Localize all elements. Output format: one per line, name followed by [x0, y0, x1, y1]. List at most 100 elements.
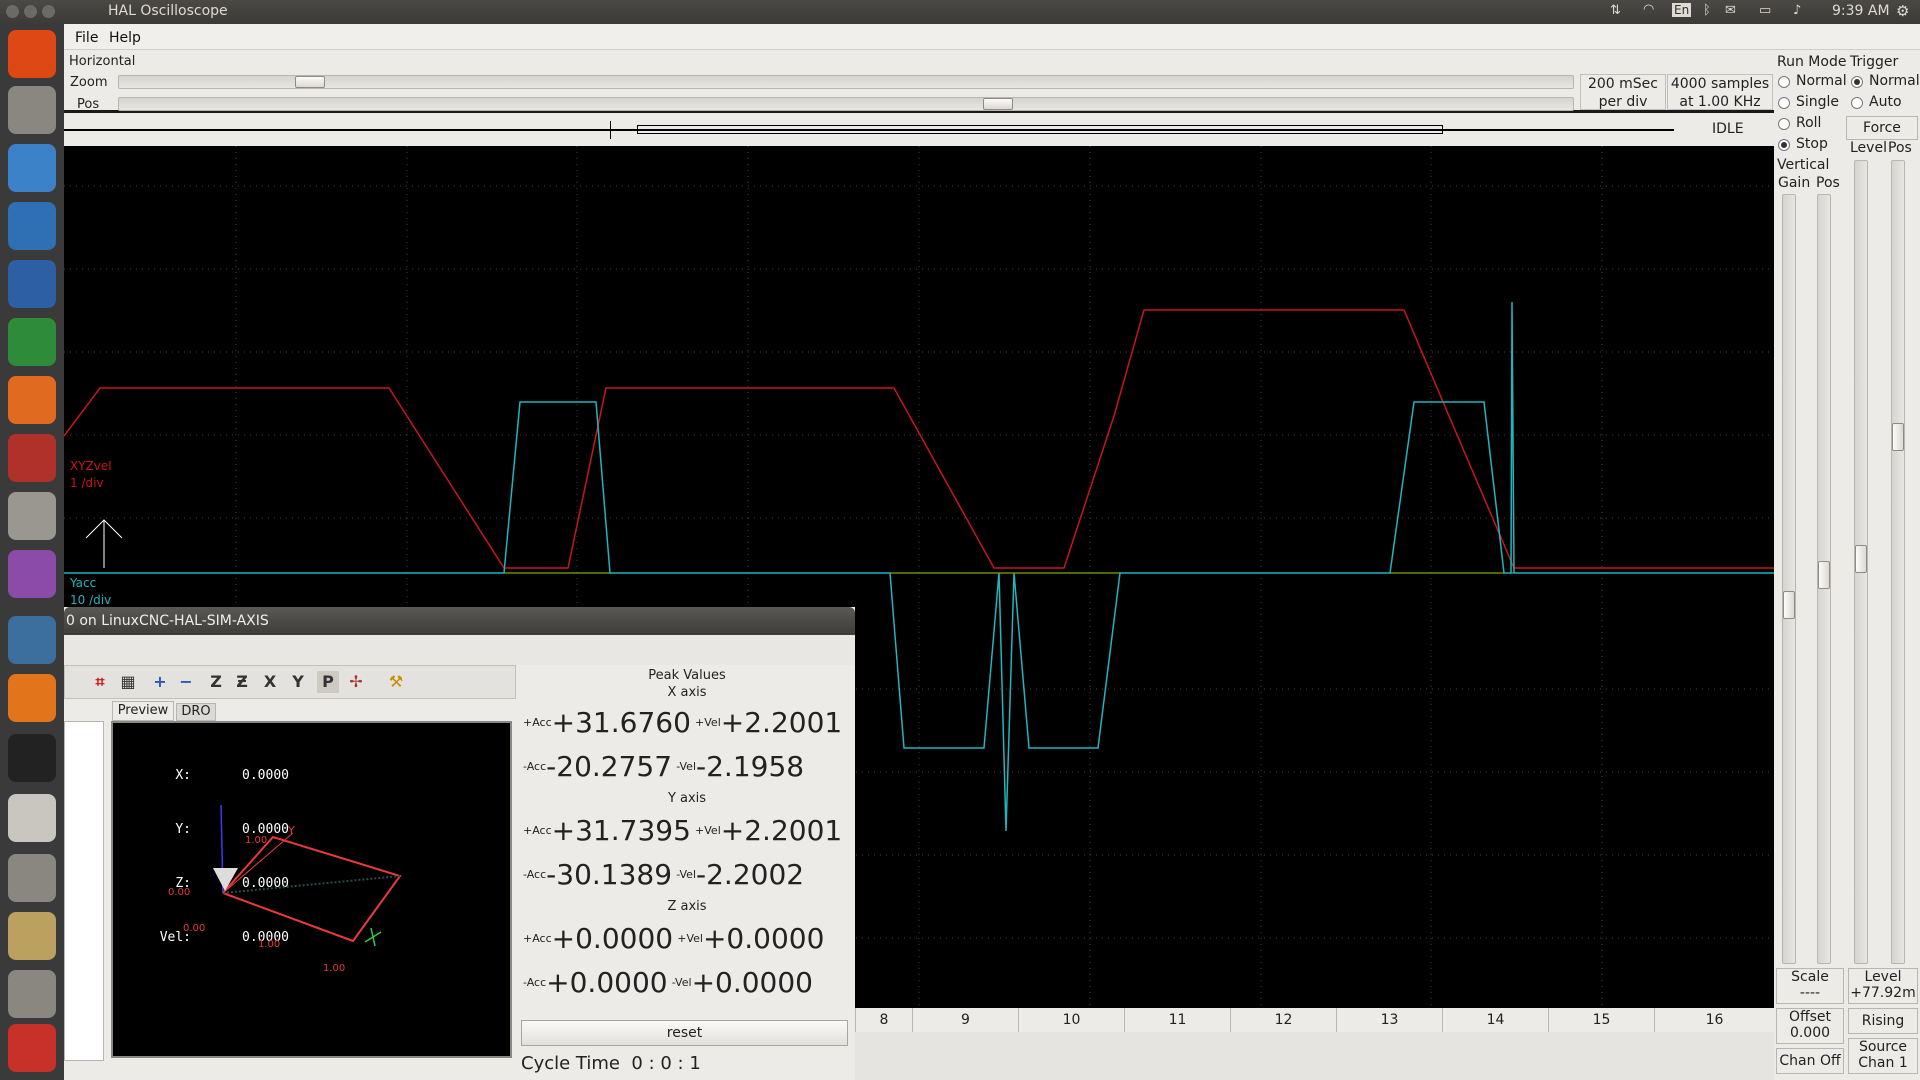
search-tool-icon[interactable]	[8, 492, 56, 540]
trigger-source-button[interactable]: Source Chan 1	[1848, 1038, 1918, 1074]
trigger-level-slider-thumb[interactable]	[1855, 545, 1867, 573]
rotate-view-icon[interactable]: ✢	[345, 671, 367, 693]
view-z2-icon[interactable]: Ƶ	[231, 671, 253, 693]
run-mode-roll-label[interactable]: Roll	[1796, 115, 1821, 131]
scale-display[interactable]: Scale ----	[1776, 968, 1844, 1004]
lbl-pvel: +Vel	[677, 932, 703, 945]
network-icon[interactable]: ⇅	[1610, 3, 1621, 18]
trace-xyzvel	[63, 309, 1774, 569]
bluetooth-icon[interactable]: ᛒ	[1703, 3, 1711, 18]
trigger-pos-slider-thumb[interactable]	[1892, 423, 1904, 451]
keyboard-language-indicator[interactable]: En	[1672, 3, 1692, 17]
channel-1-name: XYZvel	[70, 459, 112, 473]
force-trigger-button[interactable]: Force	[1846, 116, 1918, 140]
run-mode-roll-radio[interactable]	[1778, 118, 1790, 130]
trigger-level-display[interactable]: Level +77.92m	[1848, 968, 1918, 1004]
view-window[interactable]	[637, 125, 1443, 134]
axis-toolbar: ⌗ ▦ + − Z Ƶ X Y P ✢ ⚒	[64, 665, 516, 699]
pos-slider[interactable]	[118, 97, 1574, 111]
menu-help[interactable]: Help	[109, 30, 141, 46]
settings-gear-icon[interactable]: ⚙	[1896, 2, 1909, 20]
vertical-pos-slider-thumb[interactable]	[1818, 561, 1830, 589]
unknown-app-icon-2[interactable]	[8, 970, 56, 1018]
vertical-pos-slider[interactable]	[1817, 194, 1831, 964]
volume-icon[interactable]: ♪	[1793, 3, 1801, 18]
view-p-icon[interactable]: P	[317, 671, 339, 693]
axis-window-titlebar[interactable]: 0 on LinuxCNC-HAL-SIM-AXIS	[64, 607, 855, 635]
tick-label: 13	[1336, 1008, 1442, 1032]
tick-label: 9	[912, 1008, 1018, 1032]
clock[interactable]: 9:39 AM	[1832, 3, 1890, 19]
run-mode-single-label[interactable]: Single	[1796, 94, 1839, 110]
menu-file[interactable]: File	[75, 30, 98, 46]
time-per-div[interactable]: 200 mSec per div	[1580, 74, 1666, 110]
grid-label: 1.00	[245, 835, 267, 846]
x-pos-acc: +31.6760	[551, 706, 691, 739]
window-minimize-button[interactable]	[24, 5, 37, 18]
trigger-level-value: +77.92m	[1850, 985, 1916, 1001]
trigger-edge-button[interactable]: Rising	[1848, 1008, 1918, 1034]
zoom-in-icon[interactable]: +	[149, 671, 171, 693]
run-mode-stop-radio[interactable]	[1778, 139, 1790, 151]
zoom-out-icon[interactable]: −	[175, 671, 197, 693]
tab-dro[interactable]: DRO	[176, 703, 216, 721]
menu-bar: File Help	[64, 24, 1920, 50]
view-y-icon[interactable]: Y	[287, 671, 309, 693]
view-x-icon[interactable]: X	[259, 671, 281, 693]
clear-backplot-icon[interactable]: ⚒	[385, 671, 407, 693]
trigger-normal-radio[interactable]	[1851, 76, 1863, 88]
calc-icon[interactable]	[8, 318, 56, 366]
system-settings-icon[interactable]	[8, 434, 56, 482]
clear-plot-icon[interactable]: ⌗	[89, 671, 111, 693]
gain-slider-thumb[interactable]	[1783, 591, 1795, 619]
zoom-slider[interactable]	[118, 75, 1574, 89]
chan-off-button[interactable]: Chan Off	[1776, 1048, 1844, 1074]
files-icon[interactable]	[8, 86, 56, 134]
image-viewer-icon[interactable]	[8, 912, 56, 960]
trigger-pos-slider[interactable]	[1891, 160, 1905, 964]
gain-slider[interactable]	[1782, 194, 1796, 964]
tab-preview[interactable]: Preview	[112, 701, 174, 721]
mail-icon[interactable]: ✉	[1725, 3, 1736, 18]
view-z-icon[interactable]: Z	[205, 671, 227, 693]
ubuntu-dash-icon[interactable]	[8, 30, 56, 78]
reset-button[interactable]: reset	[521, 1020, 848, 1046]
halscope-icon[interactable]	[8, 616, 56, 664]
record-timeline: IDLE	[64, 113, 1774, 146]
run-mode-normal-label[interactable]: Normal	[1796, 73, 1847, 89]
run-mode-stop-label[interactable]: Stop	[1796, 136, 1828, 152]
thunderbird-icon[interactable]	[8, 202, 56, 250]
unknown-app-icon[interactable]	[8, 854, 56, 902]
trigger-level-slider[interactable]	[1854, 160, 1868, 964]
toggle-view-icon[interactable]: ▦	[117, 671, 139, 693]
preview-canvas[interactable]: X: 0.0000 Y: 0.0000 Z: 0.0000 Vel: 0.0000 Y …	[111, 721, 512, 1058]
pos-slider-thumb[interactable]	[983, 98, 1013, 110]
window-maximize-button[interactable]	[42, 5, 55, 18]
chromium-icon[interactable]	[8, 144, 56, 192]
run-mode-normal-radio[interactable]	[1778, 76, 1790, 88]
axis-window: 0 on LinuxCNC-HAL-SIM-AXIS ⌗ ▦ + − Z Ƶ X…	[64, 607, 855, 1080]
y-axis-title: Y axis	[667, 791, 707, 806]
zoom-slider-thumb[interactable]	[295, 76, 325, 88]
z-neg-acc: +0.0000	[546, 966, 668, 999]
battery-icon[interactable]: ▭	[1759, 3, 1771, 18]
window-close-button[interactable]	[6, 5, 19, 18]
pidgin-icon[interactable]	[8, 550, 56, 598]
software-center-icon[interactable]	[8, 376, 56, 424]
firefox-icon[interactable]	[8, 674, 56, 722]
trigger-normal-label[interactable]: Normal	[1869, 73, 1920, 89]
sample-info[interactable]: 4000 samples at 1.00 KHz	[1667, 74, 1773, 110]
wifi-icon[interactable]: ◠	[1643, 2, 1654, 17]
trigger-auto-label[interactable]: Auto	[1869, 94, 1902, 110]
backplot-3d: Y 1.00 0.00 0.00 1.00 1.00	[168, 804, 402, 974]
channel-2-name: Yacc	[70, 576, 97, 590]
sd-card-icon[interactable]	[8, 1024, 56, 1072]
lbl-pacc: +Acc	[523, 716, 552, 729]
offset-button[interactable]: Offset 0.000	[1776, 1008, 1844, 1044]
text-editor-icon[interactable]	[8, 794, 56, 842]
trigger-auto-radio[interactable]	[1851, 97, 1863, 109]
run-mode-single-radio[interactable]	[1778, 97, 1790, 109]
writer-icon[interactable]	[8, 260, 56, 308]
y-axis-letter: Y	[287, 824, 295, 837]
terminal-icon[interactable]	[8, 734, 56, 782]
